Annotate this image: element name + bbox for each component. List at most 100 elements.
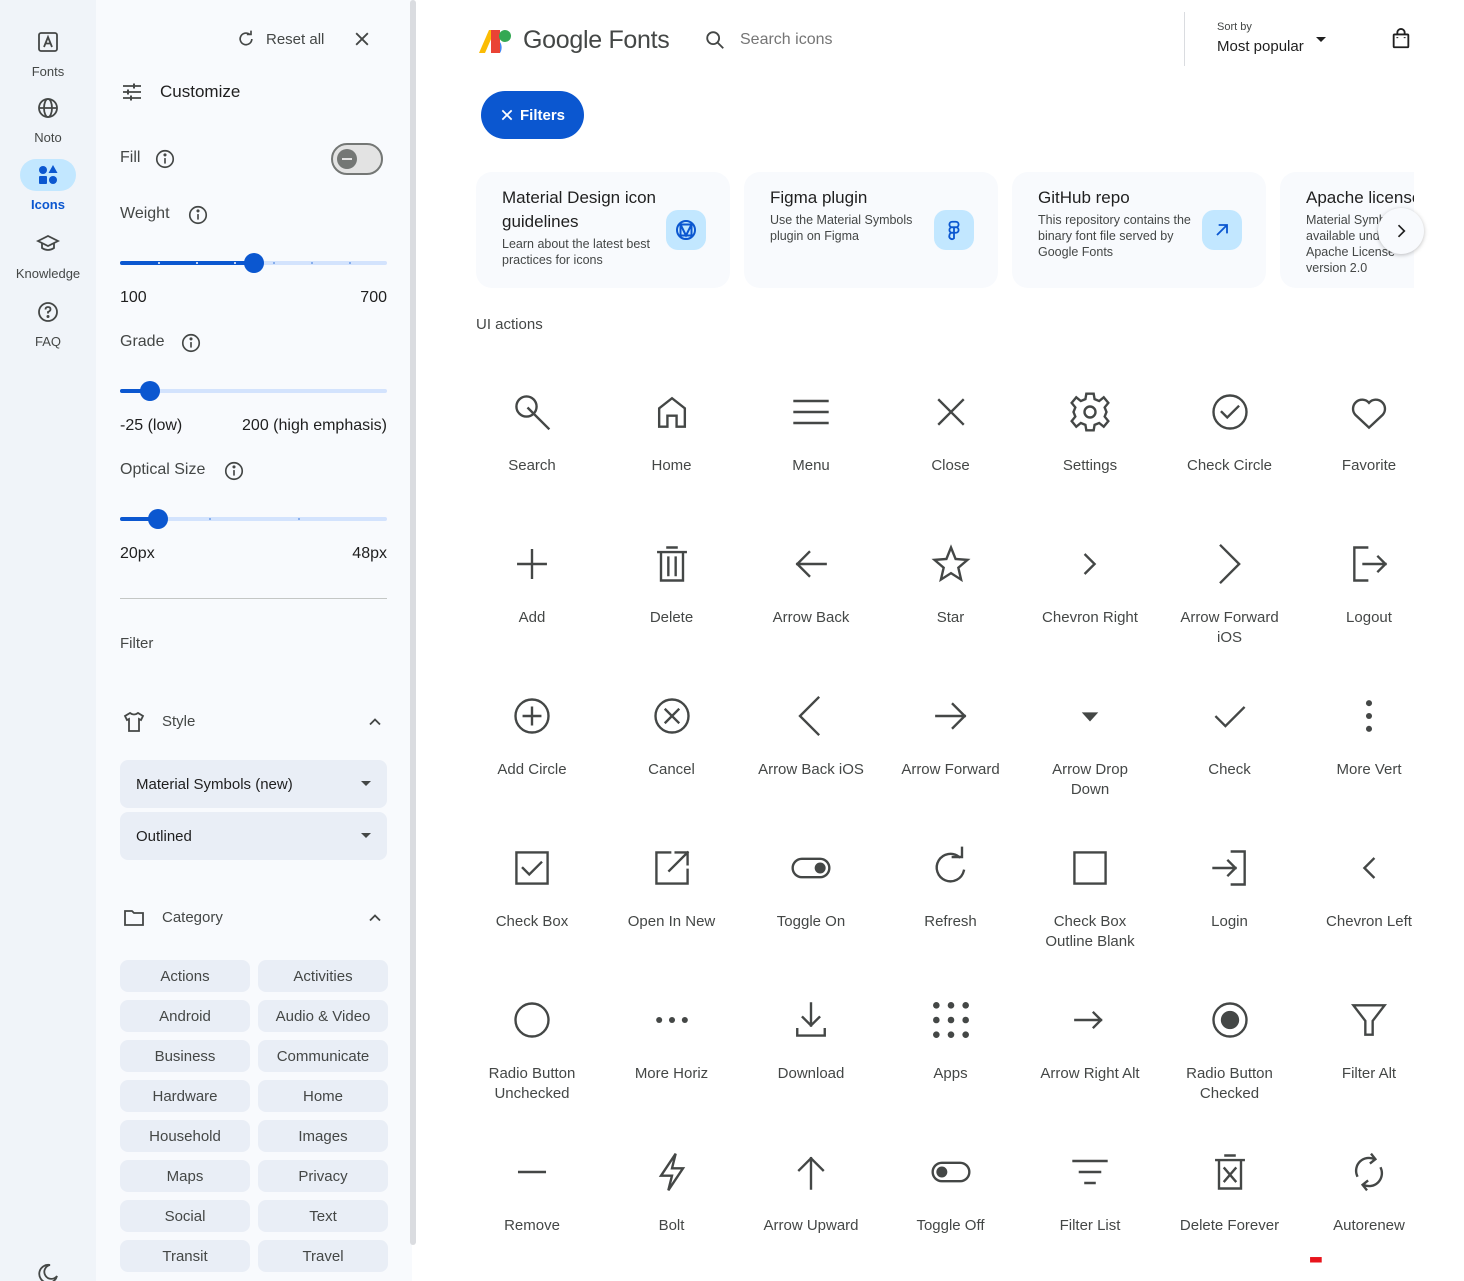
category-chip[interactable]: Android (120, 1000, 250, 1032)
material-logo-icon (666, 210, 706, 250)
icon-tile-arrow-right-alt[interactable]: Arrow Right Alt (1030, 984, 1150, 1124)
icon-tile-refresh[interactable]: Refresh (891, 832, 1011, 972)
icon-tile-filter-list[interactable]: Filter List (1030, 1136, 1150, 1276)
reset-all-button[interactable]: Reset all (236, 29, 324, 49)
icon-tile-login[interactable]: Login (1170, 832, 1290, 972)
icon-tile-favorite[interactable]: Favorite (1309, 376, 1429, 516)
icon-tile-apps[interactable]: Apps (891, 984, 1011, 1124)
category-chip[interactable]: Home (258, 1080, 388, 1112)
weight-slider[interactable] (120, 253, 387, 273)
category-chip[interactable]: Social (120, 1200, 250, 1232)
icon-tile-delete-forever[interactable]: Delete Forever (1170, 1136, 1290, 1276)
category-chip[interactable]: Travel (258, 1240, 388, 1272)
icon-tile-home[interactable]: Home (612, 376, 732, 516)
icon-tile-check-box-outline-blank[interactable]: Check Box Outline Blank (1030, 832, 1150, 972)
icon-tile-close[interactable]: Close (891, 376, 1011, 516)
category-chip[interactable]: Audio & Video (258, 1000, 388, 1032)
grade-slider[interactable] (120, 381, 387, 401)
icon-tile-open-in-new[interactable]: Open In New (612, 832, 732, 972)
icon-tile-chevron-right[interactable]: Chevron Right (1030, 528, 1150, 668)
icon-family-select[interactable]: Material Symbols (new) (120, 760, 387, 808)
icon-tile-menu[interactable]: Menu (751, 376, 871, 516)
category-chip[interactable]: Maps (120, 1160, 250, 1192)
icon-tile-check-box[interactable]: Check Box (472, 832, 592, 972)
icon-tile-more-vert[interactable]: More Vert (1309, 680, 1429, 820)
icon-tile-filter-alt[interactable]: Filter Alt (1309, 984, 1429, 1124)
icon-tile-arrow-back-ios[interactable]: Arrow Back iOS (751, 680, 871, 820)
icon-tile-toggle-off[interactable]: Toggle Off (891, 1136, 1011, 1276)
card-github[interactable]: GitHub repo This repository contains the… (1012, 172, 1266, 288)
slider-thumb[interactable] (140, 381, 160, 401)
icon-style-value: Outlined (136, 827, 192, 845)
category-chip[interactable]: Privacy (258, 1160, 388, 1192)
chevron-up-icon (365, 908, 385, 928)
icon-name: Arrow Upward (763, 1217, 859, 1234)
info-icon[interactable] (223, 460, 245, 482)
icon-tile-toggle-on[interactable]: Toggle On (751, 832, 871, 972)
category-section-header[interactable]: Category (120, 906, 387, 930)
cancel-icon (648, 692, 696, 740)
slider-thumb[interactable] (244, 253, 264, 273)
category-chip[interactable]: Household (120, 1120, 250, 1152)
card-guidelines[interactable]: Material Design icon guidelines Learn ab… (476, 172, 730, 288)
icon-tile-arrow-forward-ios[interactable]: Arrow Forward iOS (1170, 528, 1290, 668)
slider-thumb[interactable] (148, 509, 168, 529)
category-chip[interactable]: Business (120, 1040, 250, 1072)
icon-tile-check[interactable]: Check (1170, 680, 1290, 820)
icon-tile-cancel[interactable]: Cancel (612, 680, 732, 820)
rail-item-knowledge[interactable]: Knowledge (0, 228, 96, 281)
chevron-right-icon (1391, 221, 1411, 241)
icon-tile-more-horiz[interactable]: More Horiz (612, 984, 732, 1124)
icon-style-select[interactable]: Outlined (120, 812, 387, 860)
icon-tile-star[interactable]: Star (891, 528, 1011, 668)
panel-scrollbar[interactable] (410, 0, 416, 1245)
rail-item-fonts[interactable]: Fonts (0, 26, 96, 79)
info-icon[interactable] (180, 332, 202, 354)
category-chip[interactable]: Images (258, 1120, 388, 1152)
info-icon[interactable] (187, 204, 209, 226)
icon-tile-arrow-drop-down[interactable]: Arrow Drop Down (1030, 680, 1150, 820)
category-chip[interactable]: Actions (120, 960, 250, 992)
icon-tile-delete[interactable]: Delete (612, 528, 732, 668)
arrow-back-icon (787, 540, 835, 588)
category-chip[interactable]: Hardware (120, 1080, 250, 1112)
category-chip[interactable]: Text (258, 1200, 388, 1232)
optical-size-slider[interactable] (120, 509, 387, 529)
icon-tile-remove[interactable]: Remove (472, 1136, 592, 1276)
close-icon[interactable] (352, 29, 372, 49)
info-icon[interactable] (154, 148, 176, 170)
icon-tile-search[interactable]: Search (472, 376, 592, 516)
icon-tile-logout[interactable]: Logout (1309, 528, 1429, 668)
category-chip[interactable]: Communicate (258, 1040, 388, 1072)
carousel-next-button[interactable] (1378, 208, 1424, 254)
icon-tile-arrow-back[interactable]: Arrow Back (751, 528, 871, 668)
category-chip[interactable]: Activities (258, 960, 388, 992)
weight-min: 100 (120, 289, 147, 306)
icon-tile-radio-button-unchecked[interactable]: Radio Button Unchecked (472, 984, 592, 1124)
icon-tile-add[interactable]: Add (472, 528, 592, 668)
grade-label: Grade (120, 333, 165, 350)
refresh-icon (236, 29, 256, 49)
slider-tick (298, 518, 300, 520)
main-content: Google Fonts Sort by Most popular Filter… (420, 0, 1464, 1281)
rail-item-noto[interactable]: Noto (0, 92, 96, 145)
icon-tile-arrow-forward[interactable]: Arrow Forward (891, 680, 1011, 820)
icon-tile-download[interactable]: Download (751, 984, 871, 1124)
icon-tile-chevron-left[interactable]: Chevron Left (1309, 832, 1429, 972)
category-chip[interactable]: Transit (120, 1240, 250, 1272)
watermark: -Ow.hk- (1308, 1236, 1451, 1281)
fill-toggle[interactable] (331, 143, 383, 175)
card-figma[interactable]: Figma plugin Use the Material Symbols pl… (744, 172, 998, 288)
rail-item-faq[interactable]: FAQ (0, 296, 96, 349)
icon-tile-check-circle[interactable]: Check Circle (1170, 376, 1290, 516)
check-box-icon (508, 844, 556, 892)
icon-tile-bolt[interactable]: Bolt (612, 1136, 732, 1276)
icon-name: Favorite (1341, 457, 1397, 474)
icon-tile-arrow-upward[interactable]: Arrow Upward (751, 1136, 871, 1276)
icon-tile-add-circle[interactable]: Add Circle (472, 680, 592, 820)
icon-tile-radio-button-checked[interactable]: Radio Button Checked (1170, 984, 1290, 1124)
rail-item-icons[interactable]: Icons (0, 159, 96, 212)
style-section-header[interactable]: Style (120, 710, 387, 734)
icon-tile-settings[interactable]: Settings (1030, 376, 1150, 516)
dark-mode-icon[interactable] (36, 1262, 60, 1281)
